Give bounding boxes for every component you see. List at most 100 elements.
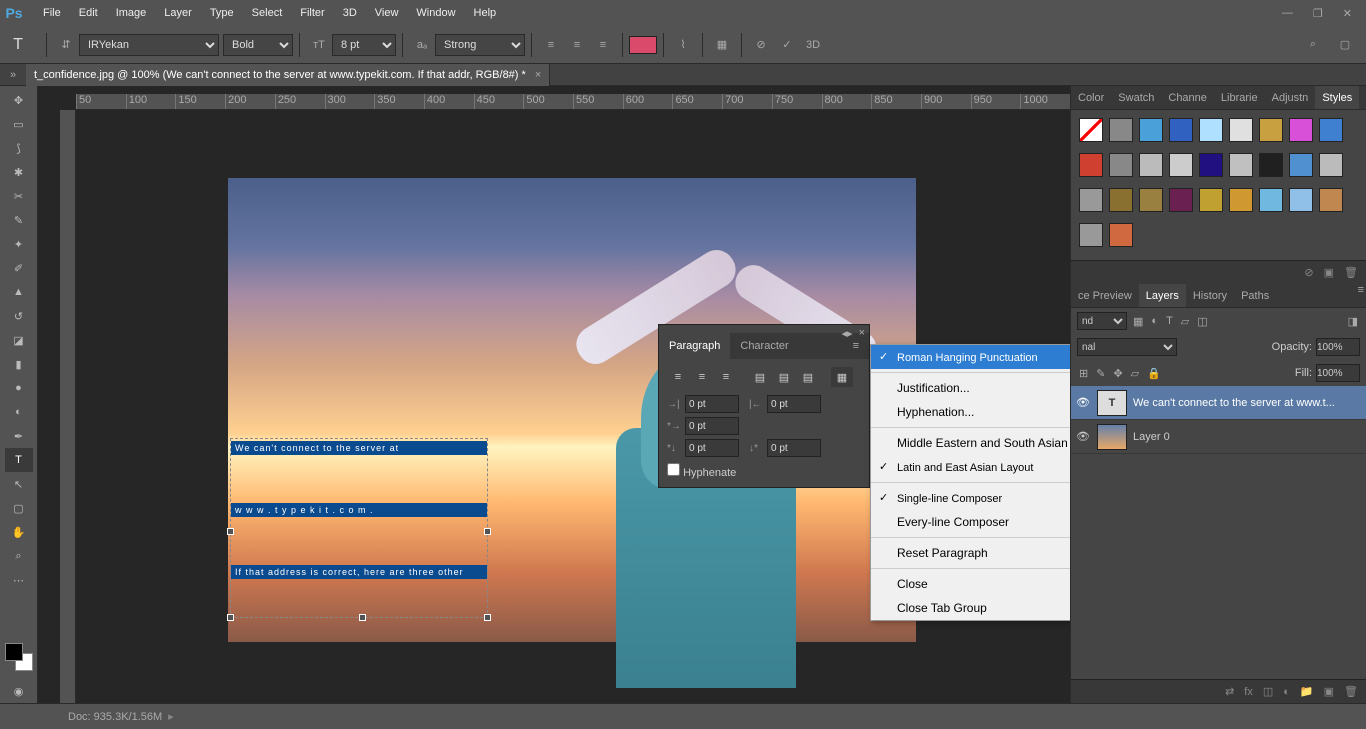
tab-libraries[interactable]: Librarie (1214, 86, 1265, 109)
visibility-icon[interactable]: 👁 (1075, 396, 1091, 409)
tab-adjustments[interactable]: Adjustn (1265, 86, 1316, 109)
marquee-tool[interactable]: ▭ (5, 112, 33, 136)
style-swatch[interactable] (1109, 118, 1133, 142)
shape-tool[interactable]: ▢ (5, 496, 33, 520)
font-weight-select[interactable]: Bold (223, 34, 293, 56)
font-family-select[interactable]: IRYekan (79, 34, 219, 56)
lock-icon[interactable]: 🔒 (1147, 367, 1161, 380)
menu-layer[interactable]: Layer (155, 0, 201, 26)
restore-icon[interactable]: ❐ (1313, 7, 1323, 20)
path-select-tool[interactable]: ↖ (5, 472, 33, 496)
text-color-swatch[interactable] (629, 36, 657, 54)
tab-preview[interactable]: ce Preview (1071, 284, 1139, 307)
menu-window[interactable]: Window (407, 0, 464, 26)
panel-collapse-icon[interactable]: ◂▸ (842, 327, 853, 331)
justify-right[interactable]: ▤ (797, 367, 819, 387)
style-swatch[interactable] (1199, 118, 1223, 142)
adjustment-layer-icon[interactable]: ◐ (1283, 686, 1290, 698)
filter-shape-icon[interactable]: ▱ (1181, 315, 1189, 328)
paragraph-panel[interactable]: ◂▸× Paragraph Character ≡ ≡ ≡ ≡ ▤ ▤ ▤ ▦ (658, 324, 870, 488)
quick-mask[interactable]: ◉ (5, 679, 33, 703)
blend-mode-select[interactable]: nal (1077, 338, 1177, 356)
style-swatch[interactable] (1289, 118, 1313, 142)
eyedropper-tool[interactable]: ✎ (5, 208, 33, 232)
menu-file[interactable]: File (34, 0, 70, 26)
indent-left-input[interactable] (685, 395, 739, 413)
text-orientation-icon[interactable]: ⇵ (55, 34, 77, 56)
menu-justification[interactable]: Justification... (871, 376, 1070, 400)
panel-close-icon[interactable]: × (859, 327, 865, 331)
first-line-input[interactable] (685, 417, 739, 435)
layer-filter-select[interactable]: nd (1077, 312, 1127, 330)
indent-right-input[interactable] (767, 395, 821, 413)
menu-close-tab-group[interactable]: Close Tab Group (871, 596, 1070, 620)
layer-row-background[interactable]: 👁 Layer 0 (1071, 420, 1366, 454)
style-swatch[interactable] (1259, 153, 1283, 177)
style-swatch[interactable] (1109, 188, 1133, 212)
filter-smart-icon[interactable]: ◫ (1197, 315, 1207, 328)
lock-pixels-icon[interactable]: ✎ (1096, 367, 1105, 380)
style-swatch[interactable] (1079, 118, 1103, 142)
fill-input[interactable] (1316, 364, 1360, 382)
align-right-icon[interactable]: ≡ (592, 34, 614, 56)
style-swatch[interactable] (1259, 118, 1283, 142)
commit-icon[interactable]: ✓ (776, 34, 798, 56)
tab-layers[interactable]: Layers (1139, 284, 1186, 307)
group-icon[interactable]: 📁 (1300, 685, 1314, 698)
gradient-tool[interactable]: ▮ (5, 352, 33, 376)
font-size-select[interactable]: 8 pt (332, 34, 396, 56)
delete-style-icon[interactable]: 🗑 (1344, 266, 1358, 279)
style-swatch[interactable] (1229, 188, 1253, 212)
delete-layer-icon[interactable]: 🗑 (1344, 685, 1358, 698)
tab-paths[interactable]: Paths (1234, 284, 1276, 307)
style-swatch[interactable] (1079, 153, 1103, 177)
tab-styles[interactable]: Styles (1315, 86, 1359, 109)
3d-icon[interactable]: 3D (802, 34, 824, 56)
text-bounding-box[interactable]: We can't connect to the server at w w w … (230, 438, 488, 618)
align-left[interactable]: ≡ (667, 367, 689, 387)
style-swatch[interactable] (1079, 223, 1103, 247)
align-left-icon[interactable]: ≡ (540, 34, 562, 56)
new-style-icon[interactable]: ▣ (1324, 266, 1334, 279)
document-tab[interactable]: t_confidence.jpg @ 100% (We can't connec… (26, 64, 550, 86)
link-layers-icon[interactable]: ⇄ (1225, 685, 1234, 698)
layer-mask-icon[interactable]: ◫ (1263, 685, 1273, 698)
menu-close[interactable]: Close (871, 572, 1070, 596)
visibility-icon[interactable]: 👁 (1075, 430, 1091, 443)
search-icon[interactable]: ⌕ (1302, 34, 1324, 56)
style-swatch[interactable] (1289, 153, 1313, 177)
menu-edit[interactable]: Edit (70, 0, 107, 26)
dodge-tool[interactable]: ◐ (5, 400, 33, 424)
layers-menu-icon[interactable]: ≡ (1358, 284, 1364, 307)
menu-type[interactable]: Type (201, 0, 243, 26)
align-center[interactable]: ≡ (691, 367, 713, 387)
pen-tool[interactable]: ✒ (5, 424, 33, 448)
panel-menu-icon[interactable]: ≡ (849, 340, 863, 352)
type-tool[interactable]: T (5, 448, 33, 472)
text-line-2[interactable]: w w w . t y p e k i t . c o m . (231, 503, 487, 517)
menu-every-line[interactable]: Every-line Composer (871, 510, 1070, 534)
style-swatch[interactable] (1199, 153, 1223, 177)
zoom-tool[interactable]: ⌕ (5, 544, 33, 568)
lock-position-icon[interactable]: ✥ (1113, 367, 1122, 380)
close-icon[interactable]: ✕ (1343, 7, 1352, 20)
tab-close-icon[interactable]: × (535, 69, 541, 81)
quick-select-tool[interactable]: ✱ (5, 160, 33, 184)
tab-channels[interactable]: Channe (1161, 86, 1214, 109)
justify-left[interactable]: ▤ (749, 367, 771, 387)
style-swatch[interactable] (1169, 188, 1193, 212)
menu-middle-eastern[interactable]: Middle Eastern and South Asian Layout (871, 431, 1070, 455)
blur-tool[interactable]: ● (5, 376, 33, 400)
style-swatch[interactable] (1139, 118, 1163, 142)
layer-name[interactable]: Layer 0 (1133, 431, 1170, 443)
style-swatch[interactable] (1319, 118, 1343, 142)
brush-tool[interactable]: ✐ (5, 256, 33, 280)
tab-color[interactable]: Color (1071, 86, 1111, 109)
menu-image[interactable]: Image (107, 0, 156, 26)
style-swatch[interactable] (1199, 188, 1223, 212)
share-icon[interactable]: ▢ (1334, 34, 1356, 56)
layer-row-text[interactable]: 👁 T We can't connect to the server at ww… (1071, 386, 1366, 420)
no-style-icon[interactable]: ⊘ (1304, 266, 1313, 279)
hyphenate-checkbox[interactable]: Hyphenate (667, 467, 736, 479)
char-panel-icon[interactable]: ▦ (711, 34, 733, 56)
